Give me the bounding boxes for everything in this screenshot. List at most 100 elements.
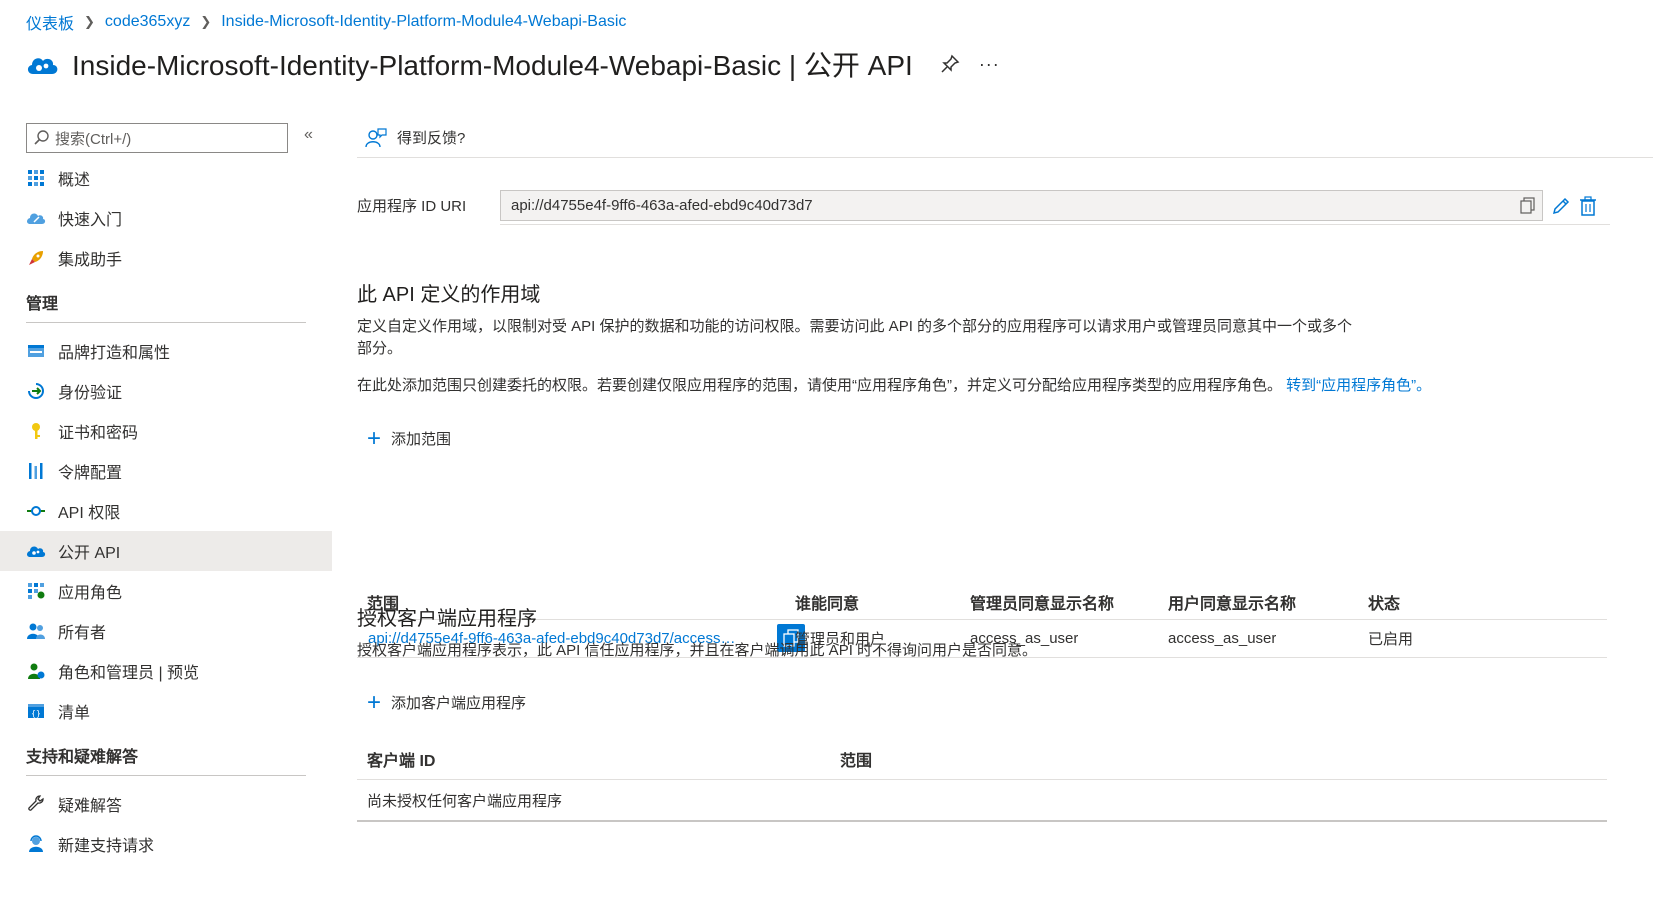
- sidebar-nav: 概述 快速入门 集成助手 管理 品牌打造和属性 身份验证 证书和密码 令牌配置 …: [0, 158, 332, 864]
- col-client-id: 客户端 ID: [367, 752, 436, 770]
- sidebar-item-label: 角色和管理员 | 预览: [58, 665, 200, 682]
- app-id-uri-label: 应用程序 ID URI: [357, 198, 467, 215]
- sidebar-item-label: 概述: [58, 172, 91, 189]
- plus-icon: +: [367, 688, 382, 716]
- delete-trash-icon[interactable]: [1579, 195, 1597, 216]
- state-value: 已启用: [1368, 631, 1414, 648]
- sidebar-item-new-support-request[interactable]: 新建支持请求: [0, 824, 332, 864]
- scopes-note: 在此处添加范围只创建委托的权限。若要创建仅限应用程序的范围，请使用“应用程序角色…: [357, 375, 1627, 397]
- sidebar-item-integration-assistant[interactable]: 集成助手: [0, 238, 332, 278]
- sidebar-item-owners[interactable]: 所有者: [0, 611, 332, 651]
- roles-admins-icon: [26, 661, 46, 681]
- app-id-uri-field[interactable]: api://d4755e4f-9ff6-463a-afed-ebd9c40d73…: [500, 190, 1543, 221]
- search-icon: [34, 130, 49, 145]
- sidebar-item-expose-api[interactable]: 公开 API: [0, 531, 332, 571]
- svg-text:{}: {}: [31, 709, 41, 718]
- api-permissions-icon: [26, 501, 46, 521]
- add-scope-button[interactable]: + 添加范围: [367, 424, 452, 452]
- sidebar-item-label: 证书和密码: [58, 425, 139, 442]
- sidebar-item-authentication[interactable]: 身份验证: [0, 371, 332, 411]
- authentication-icon: [26, 381, 46, 401]
- collapse-sidebar-icon[interactable]: «: [304, 126, 313, 144]
- sidebar-item-label: 身份验证: [58, 385, 123, 402]
- clients-section-title: 授权客户端应用程序: [357, 608, 537, 630]
- copy-icon[interactable]: [1520, 197, 1536, 215]
- sidebar-item-api-permissions[interactable]: API 权限: [0, 491, 332, 531]
- col-user-consent-name: 用户同意显示名称: [1168, 595, 1297, 613]
- sidebar-item-label: 应用角色: [58, 585, 123, 602]
- section-support: 支持和疑难解答: [26, 749, 139, 766]
- breadcrumb-app[interactable]: Inside-Microsoft-Identity-Platform-Modul…: [221, 13, 626, 31]
- cloud-api-icon: [26, 541, 46, 561]
- more-options-icon[interactable]: ···: [979, 54, 1000, 75]
- sidebar-item-branding[interactable]: 品牌打造和属性: [0, 331, 332, 371]
- plus-icon: +: [367, 424, 382, 452]
- sidebar-item-manifest[interactable]: {} 清单: [0, 691, 332, 731]
- clients-empty-message: 尚未授权任何客户端应用程序: [367, 792, 563, 810]
- chevron-right-icon: ❯: [200, 14, 212, 29]
- add-client-app-button[interactable]: + 添加客户端应用程序: [367, 688, 527, 716]
- sidebar-item-troubleshooting[interactable]: 疑难解答: [0, 784, 332, 824]
- page-header: Inside-Microsoft-Identity-Platform-Modul…: [24, 44, 1000, 84]
- scopes-section-title: 此 API 定义的作用域: [357, 284, 541, 306]
- sidebar-item-label: 集成助手: [58, 252, 123, 269]
- sidebar-item-label: 公开 API: [58, 545, 121, 562]
- breadcrumb-tenant[interactable]: code365xyz: [105, 13, 190, 31]
- go-to-app-roles-link[interactable]: 转到“应用程序角色”。: [1286, 377, 1431, 394]
- sidebar-item-label: 品牌打造和属性: [58, 345, 171, 362]
- breadcrumb: 仪表板 ❯ code365xyz ❯ Inside-Microsoft-Iden…: [26, 10, 626, 34]
- app-id-uri-row: 应用程序 ID URI api://d4755e4f-9ff6-463a-afe…: [357, 190, 1597, 221]
- feedback-button[interactable]: 得到反馈?: [365, 127, 465, 149]
- sidebar-item-label: 清单: [58, 705, 91, 722]
- clients-table-header: 客户端 ID 范围: [357, 738, 1607, 780]
- app-registration-cloud-icon: [27, 58, 58, 74]
- section-divider: [26, 322, 306, 323]
- sidebar-item-token-configuration[interactable]: 令牌配置: [0, 451, 332, 491]
- table-row: 尚未授权任何客户端应用程序: [357, 780, 1607, 822]
- app-roles-icon: [26, 581, 46, 601]
- sidebar-item-label: API 权限: [58, 505, 121, 522]
- wrench-icon: [26, 794, 46, 814]
- sidebar-item-certificates[interactable]: 证书和密码: [0, 411, 332, 451]
- cloud-quickstart-icon: [26, 208, 46, 228]
- clients-description: 授权客户端应用程序表示，此 API 信任应用程序，并且在客户端调用此 API 时…: [357, 642, 1038, 659]
- sidebar-item-label: 所有者: [58, 625, 107, 642]
- breadcrumb-dashboard[interactable]: 仪表板: [26, 10, 74, 34]
- feedback-person-icon: [365, 127, 387, 147]
- edit-pencil-icon[interactable]: [1551, 196, 1571, 216]
- col-who-can-consent: 谁能同意: [795, 595, 860, 613]
- sidebar-item-label: 新建支持请求: [58, 838, 155, 855]
- main-content: 得到反馈? 应用程序 ID URI api://d4755e4f-9ff6-46…: [357, 118, 1653, 822]
- command-bar: 得到反馈?: [357, 118, 1653, 158]
- sidebar-item-app-roles[interactable]: 应用角色: [0, 571, 332, 611]
- overview-grid-icon: [26, 168, 46, 188]
- section-divider: [26, 775, 306, 776]
- add-client-app-label: 添加客户端应用程序: [391, 695, 527, 712]
- branding-icon: [26, 341, 46, 361]
- sidebar-item-quickstart[interactable]: 快速入门: [0, 198, 332, 238]
- col-admin-consent-name: 管理员同意显示名称: [970, 595, 1115, 613]
- chevron-right-icon: ❯: [84, 14, 95, 29]
- feedback-label: 得到反馈?: [397, 130, 466, 147]
- sidebar-item-overview[interactable]: 概述: [0, 158, 332, 198]
- search-input[interactable]: 搜索(Ctrl+/): [26, 123, 288, 153]
- manifest-icon: {}: [26, 701, 46, 721]
- col-state: 状态: [1368, 595, 1401, 613]
- token-bars-icon: [26, 461, 46, 481]
- col-scopes: 范围: [840, 752, 873, 770]
- pin-icon[interactable]: [939, 53, 961, 75]
- section-manage: 管理: [26, 296, 59, 313]
- app-id-uri-value: api://d4755e4f-9ff6-463a-afed-ebd9c40d73…: [511, 197, 813, 214]
- page-title: Inside-Microsoft-Identity-Platform-Modul…: [72, 50, 913, 81]
- support-person-icon: [26, 834, 46, 854]
- rocket-icon: [26, 248, 46, 268]
- sidebar-item-label: 疑难解答: [58, 798, 123, 815]
- key-icon: [26, 421, 46, 441]
- uri-divider: [500, 224, 1610, 225]
- sidebar-item-roles-admins[interactable]: 角色和管理员 | 预览: [0, 651, 332, 691]
- sidebar-item-label: 快速入门: [58, 212, 123, 229]
- add-scope-label: 添加范围: [391, 431, 452, 448]
- scopes-description: 定义自定义作用域，以限制对受 API 保护的数据和功能的访问权限。需要访问此 A…: [357, 318, 1353, 357]
- search-placeholder: 搜索(Ctrl+/): [55, 130, 132, 148]
- owners-icon: [26, 621, 46, 641]
